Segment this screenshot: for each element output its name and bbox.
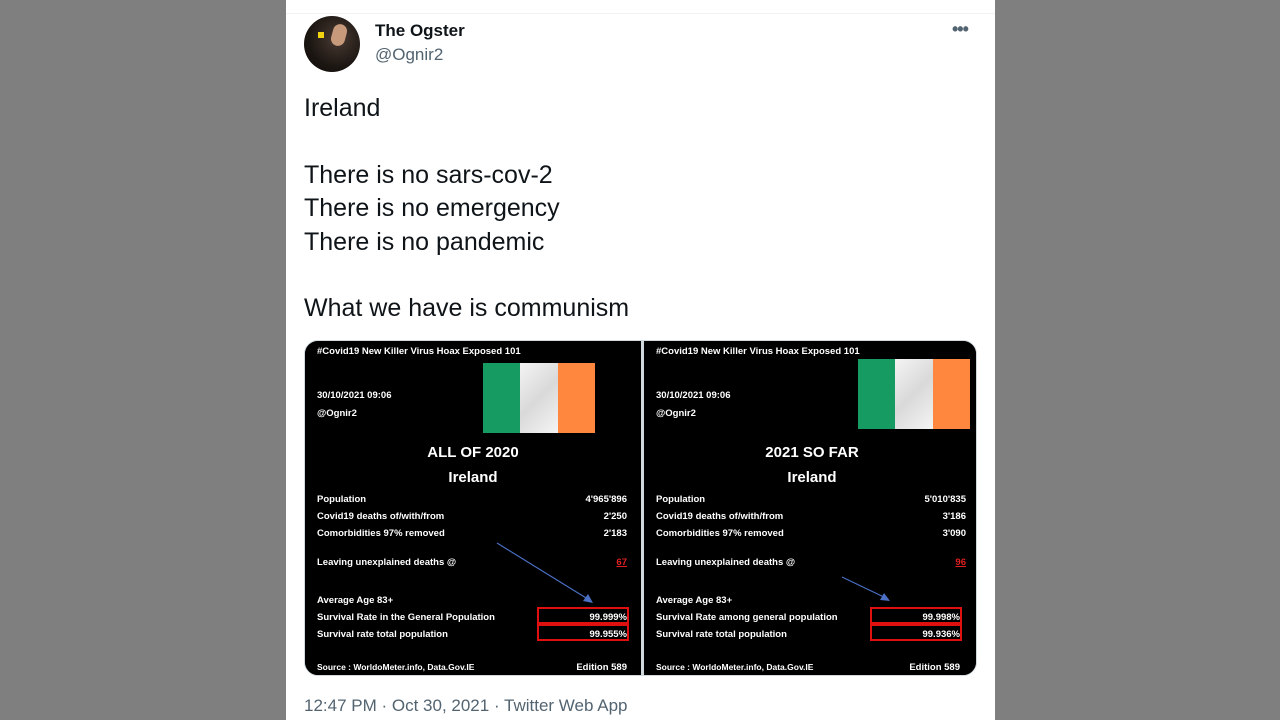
avatar-badge xyxy=(318,32,324,38)
panel-source: Source : WorldoMeter.info, Data.Gov.IE xyxy=(317,662,475,672)
avatar[interactable] xyxy=(304,16,360,72)
survival-total-value: 99.936% xyxy=(922,629,960,640)
panel-handle: @Ognir2 xyxy=(317,408,357,419)
tweet-timestamp[interactable]: 12:47 PM · Oct 30, 2021 · Twitter Web Ap… xyxy=(304,696,627,716)
survival-general-value: 99.999% xyxy=(589,612,627,623)
comorbidities-value: 2'183 xyxy=(603,528,627,539)
panel-header: #Covid19 New Killer Virus Hoax Exposed 1… xyxy=(656,346,860,357)
deaths-label: Covid19 deaths of/with/from xyxy=(317,511,445,522)
comorbidities-label: Comorbidities 97% removed xyxy=(317,528,445,539)
more-icon[interactable]: ••• xyxy=(952,19,969,40)
survival-general-value: 99.998% xyxy=(922,612,960,623)
comorbidities-value: 3'090 xyxy=(942,528,966,539)
panel-handle: @Ognir2 xyxy=(656,408,696,419)
arrow-icon xyxy=(496,542,593,603)
tweet-text: Ireland There is no sars-cov-2 There is … xyxy=(304,94,630,323)
panel-header: #Covid19 New Killer Virus Hoax Exposed 1… xyxy=(317,346,521,357)
unexplained-value: 67 xyxy=(616,557,627,568)
population-label: Population xyxy=(317,494,367,505)
avatar-hand xyxy=(329,22,349,48)
survival-total-value: 99.955% xyxy=(589,629,627,640)
tweet-media[interactable]: #Covid19 New Killer Virus Hoax Exposed 1… xyxy=(304,340,977,676)
comorbidities-label: Comorbidities 97% removed xyxy=(656,528,784,539)
population-value: 4'965'896 xyxy=(585,494,627,505)
population-label: Population xyxy=(656,494,706,505)
infographic-panel-2020: #Covid19 New Killer Virus Hoax Exposed 1… xyxy=(305,341,641,675)
author-handle[interactable]: @Ognir2 xyxy=(375,45,443,65)
deaths-value: 2'250 xyxy=(603,511,627,522)
infographic-panel-2021: #Covid19 New Killer Virus Hoax Exposed 1… xyxy=(644,341,976,675)
panel-country: Ireland xyxy=(448,469,498,486)
panel-date: 30/10/2021 09:06 xyxy=(317,390,392,401)
survival-general-label: Survival Rate among general population xyxy=(656,612,838,623)
population-value: 5'010'835 xyxy=(924,494,966,505)
panel-date: 30/10/2021 09:06 xyxy=(656,390,731,401)
unexplained-label: Leaving unexplained deaths @ xyxy=(317,557,457,568)
divider xyxy=(286,13,995,14)
average-age-label: Average Age 83+ xyxy=(656,595,733,606)
arrow-icon xyxy=(841,576,890,601)
panel-title: 2021 SO FAR xyxy=(765,444,859,461)
ireland-flag xyxy=(858,359,970,429)
panel-edition: Edition 589 xyxy=(576,662,627,673)
tweet-card: The Ogster @Ognir2 ••• Ireland There is … xyxy=(286,0,995,720)
deaths-label: Covid19 deaths of/with/from xyxy=(656,511,784,522)
unexplained-value: 96 xyxy=(955,557,966,568)
survival-total-label: Survival rate total population xyxy=(656,629,787,640)
unexplained-label: Leaving unexplained deaths @ xyxy=(656,557,796,568)
deaths-value: 3'186 xyxy=(942,511,966,522)
panel-source: Source : WorldoMeter.info, Data.Gov.IE xyxy=(656,662,814,672)
panel-country: Ireland xyxy=(787,469,837,486)
ireland-flag xyxy=(483,363,595,433)
survival-total-label: Survival rate total population xyxy=(317,629,448,640)
author-name[interactable]: The Ogster xyxy=(375,21,465,41)
panel-title: ALL OF 2020 xyxy=(427,444,519,461)
survival-general-label: Survival Rate in the General Population xyxy=(317,612,495,623)
average-age-label: Average Age 83+ xyxy=(317,595,394,606)
panel-edition: Edition 589 xyxy=(909,662,960,673)
